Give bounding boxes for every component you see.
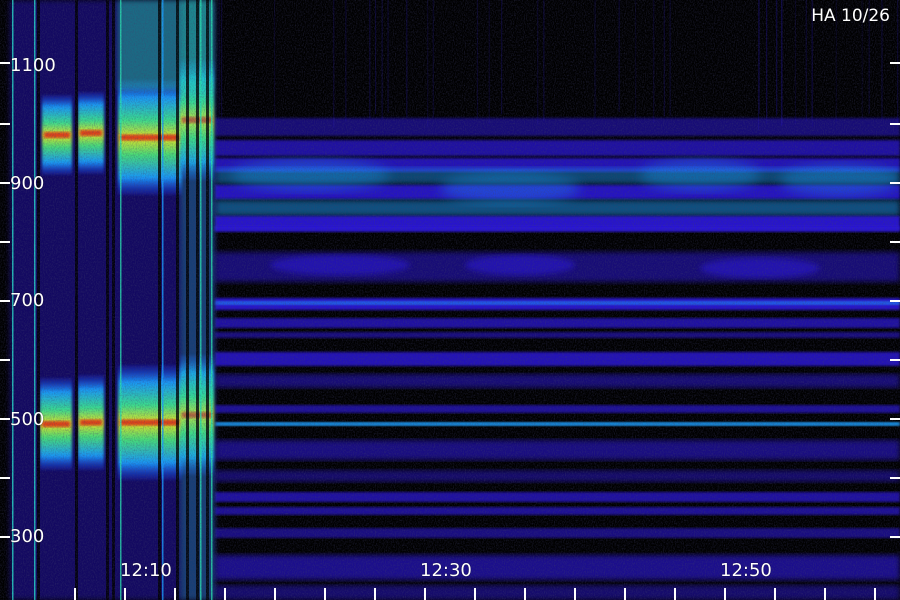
y-tick-label: 700 — [10, 290, 45, 311]
plot-title: HA 10/26 — [811, 6, 890, 26]
spectrogram-plot — [0, 0, 900, 600]
x-tick-label: 12:30 — [420, 560, 472, 581]
x-tick-label: 12:10 — [120, 560, 172, 581]
spectrogram-view: HA 10/26 1100 900 700 500 300 12:10 12:3… — [0, 0, 900, 600]
y-tick-label: 1100 — [10, 55, 56, 76]
y-tick-label: 900 — [10, 173, 45, 194]
y-tick-label: 300 — [10, 526, 45, 547]
y-tick-label: 500 — [10, 409, 45, 430]
x-tick-label: 12:50 — [720, 560, 772, 581]
noise-texture — [0, 0, 900, 600]
